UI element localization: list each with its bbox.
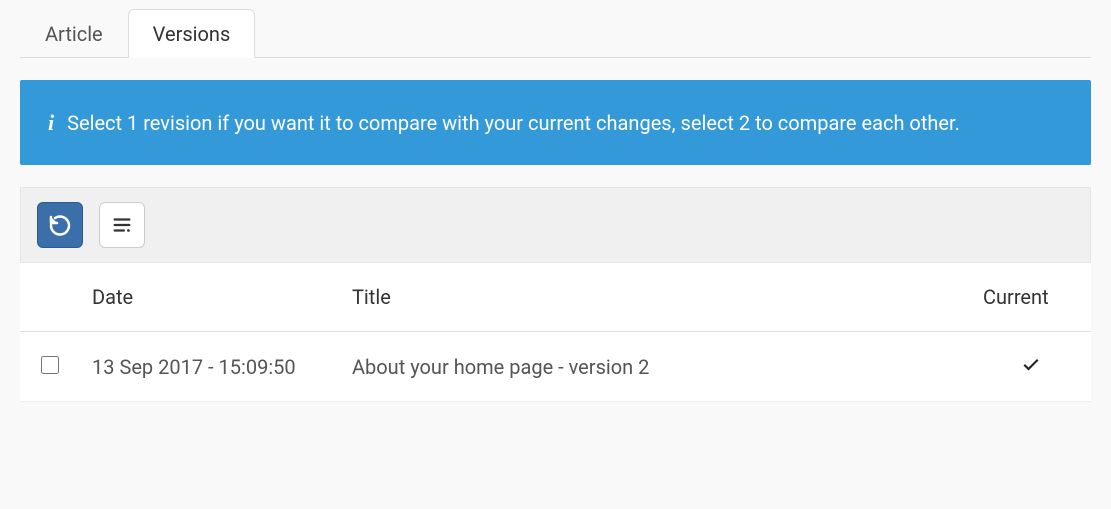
compare-button[interactable] [99,202,145,248]
toolbar [20,187,1091,263]
row-title: About your home page - version 2 [340,332,971,402]
info-banner: i Select 1 revision if you want it to co… [20,80,1091,165]
list-icon [111,214,133,236]
row-date: 13 Sep 2017 - 15:09:50 [80,332,340,402]
revert-button[interactable] [37,202,83,248]
info-message: Select 1 revision if you want it to comp… [67,111,960,135]
tab-article[interactable]: Article [20,9,128,58]
col-current-header: Current [971,263,1091,332]
row-checkbox[interactable] [41,356,59,374]
tab-versions[interactable]: Versions [128,9,256,58]
revert-icon [48,213,72,237]
col-date-header: Date [80,263,340,332]
check-icon [1021,355,1041,379]
revisions-table: Date Title Current 13 Sep 2017 - 15:09:5… [20,263,1091,402]
tabs: Article Versions [20,0,1091,58]
col-checkbox-header [20,263,80,332]
col-title-header: Title [340,263,971,332]
info-icon: i [48,106,54,139]
table-row: 13 Sep 2017 - 15:09:50 About your home p… [20,332,1091,402]
